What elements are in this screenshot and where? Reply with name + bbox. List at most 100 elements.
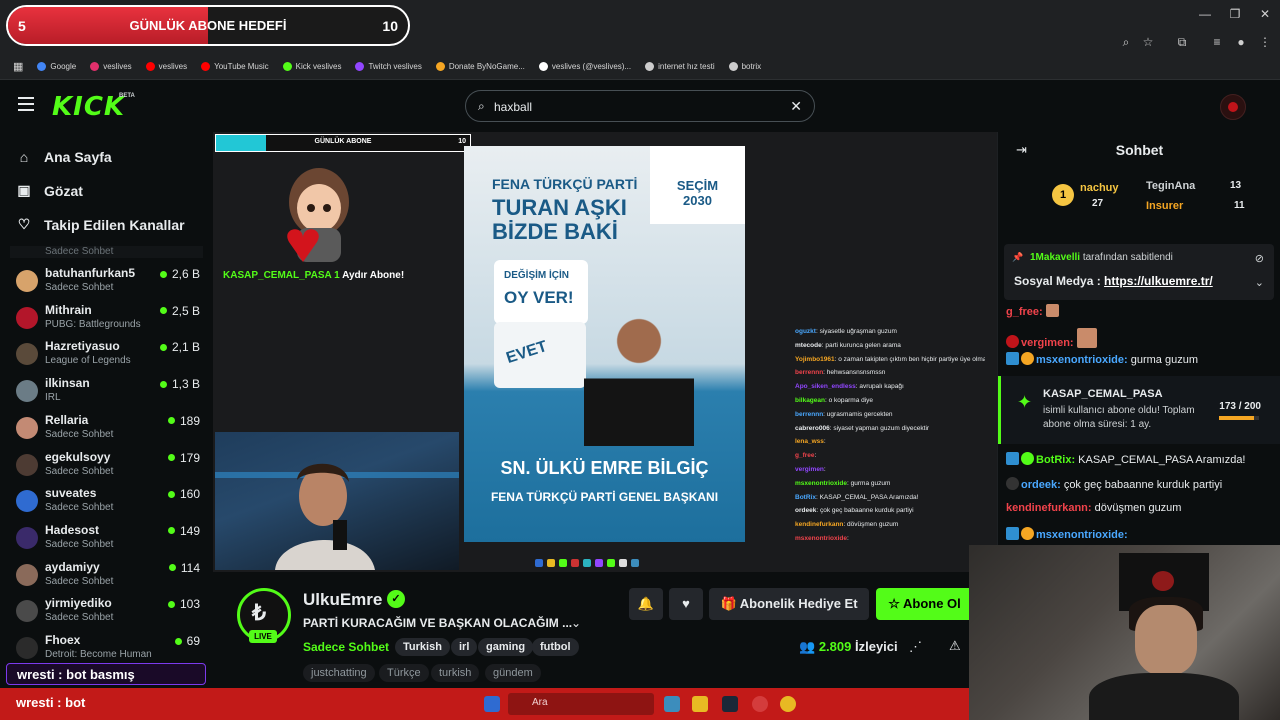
- sidebar-channel[interactable]: aydamiyy Sadece Sohbet 114: [14, 558, 200, 594]
- share-icon[interactable]: ⋰: [909, 639, 922, 655]
- bookmark-botrix[interactable]: botrix: [724, 62, 767, 71]
- verified-badge-icon: ✓: [387, 590, 405, 608]
- sidebar-channel[interactable]: Hazretiyasuo League of Legends 2,1 B: [14, 337, 200, 373]
- file-explorer-icon[interactable]: [692, 696, 708, 712]
- webcam-figure: [215, 463, 459, 570]
- channel-viewers: 160: [167, 487, 200, 501]
- sidebar-channel[interactable]: Fhoex Detroit: Become Human 69: [14, 631, 200, 667]
- channel-name: Fhoex: [45, 633, 81, 647]
- sidebar-channel[interactable]: Rellaria Sadece Sohbet 189: [14, 411, 200, 447]
- bookmark-tiktok[interactable]: veslives (@veslives)...: [534, 62, 636, 71]
- bookmarks-bar: ▦ Google veslives veslives YouTube Music…: [0, 54, 1280, 80]
- sidebar-channel[interactable]: suveates Sadece Sohbet 160: [14, 484, 200, 520]
- pinned-link[interactable]: https://ulkuemre.tr/: [1104, 274, 1213, 288]
- search-input[interactable]: [494, 98, 784, 116]
- mascot-illustration: [287, 168, 349, 262]
- sidebar-channel[interactable]: yirmiyediko Sadece Sohbet 103: [14, 594, 200, 630]
- search-bar[interactable]: ⌕ ✕: [465, 90, 815, 122]
- maximize-button[interactable]: ❐: [1220, 4, 1250, 24]
- subscribe-button[interactable]: ☆ Abone Ol: [876, 588, 973, 620]
- chevron-down-icon[interactable]: ⌄: [1255, 276, 1264, 289]
- bookmark-star-icon[interactable]: ☆: [1139, 33, 1157, 51]
- video-chat-line: berrennn: ugrasmamis gercekten: [795, 410, 893, 418]
- video-chat-line: Yojimbo1961: o zaman takipten çıktım ben…: [795, 355, 985, 363]
- taskbar-app-icon[interactable]: [664, 696, 680, 712]
- leaderboard-name[interactable]: Insurer: [1146, 200, 1183, 212]
- leaderboard-value: 27: [1092, 198, 1104, 209]
- media-control-icon[interactable]: ≡: [1208, 33, 1226, 51]
- tag[interactable]: Turkish: [395, 638, 450, 656]
- sidebar: ⌂ Ana Sayfa ▣ Gözat ♡ Takip Edilen Kanallar…: [0, 132, 213, 688]
- leaderboard-name[interactable]: TeginAna: [1146, 180, 1195, 192]
- channel-viewers: 114: [168, 561, 200, 575]
- bookmark-instagram[interactable]: veslives: [85, 62, 136, 71]
- sidebar-channel[interactable]: Mithrain PUBG: Battlegrounds 2,5 B: [14, 301, 200, 337]
- in-video-taskbar: [535, 556, 675, 570]
- clear-search-icon[interactable]: ✕: [790, 98, 802, 115]
- channel-name: Mithrain: [45, 302, 92, 317]
- bookmark-youtube-music[interactable]: YouTube Music: [196, 62, 274, 71]
- steam-icon[interactable]: [722, 696, 738, 712]
- extensions-icon[interactable]: ⧉: [1173, 33, 1191, 51]
- channel-category: Sadece Sohbet: [45, 538, 114, 550]
- avatar: [16, 306, 38, 329]
- unpin-icon[interactable]: ⊘: [1255, 252, 1264, 265]
- sub-tag[interactable]: Türkçe: [379, 664, 429, 682]
- hamburger-menu-icon[interactable]: [18, 97, 34, 111]
- apps-grid-icon[interactable]: ▦: [8, 60, 28, 73]
- bookmark-donate[interactable]: Donate ByNoGame...: [431, 62, 530, 71]
- close-window-button[interactable]: ✕: [1250, 4, 1280, 24]
- bookmark-youtube[interactable]: veslives: [141, 62, 192, 71]
- minimize-button[interactable]: —: [1190, 4, 1220, 24]
- report-warning-icon[interactable]: ⚠: [949, 638, 961, 654]
- channel-viewers: 189: [167, 414, 200, 428]
- first-place-icon: 1: [1052, 184, 1074, 206]
- pinned-text: Sosyal Medya : https://ulkuemre.tr/: [1014, 274, 1213, 288]
- channel-name: Hazretiyasuo: [45, 339, 120, 354]
- zoom-icon[interactable]: ⌕: [1117, 33, 1135, 51]
- site-header: KICK BETA ⌕ ✕: [0, 80, 1280, 132]
- notification-bell-button[interactable]: 🔔: [629, 588, 663, 620]
- windows-start-icon[interactable]: [484, 696, 500, 712]
- sidebar-channel[interactable]: batuhanfurkan5 Sadece Sohbet 2,6 B: [14, 264, 200, 300]
- stream-category[interactable]: Sadece Sohbet: [303, 640, 389, 654]
- sub-tag[interactable]: justchatting: [303, 664, 375, 682]
- bookmark-speedtest[interactable]: internet hız testi: [640, 62, 719, 71]
- avatar: [16, 453, 38, 476]
- kick-logo[interactable]: KICK: [52, 92, 125, 122]
- channel-viewers: 2,5 B: [159, 304, 200, 318]
- sidebar-channel[interactable]: ilkinsan IRL 1,3 B: [14, 374, 200, 410]
- secondary-webcam: [969, 545, 1280, 720]
- avatar: [16, 380, 38, 403]
- nav-browse[interactable]: ▣ Gözat: [16, 182, 83, 199]
- sub-event-user[interactable]: KASAP_CEMAL_PASA: [1043, 388, 1163, 400]
- leaderboard-name[interactable]: nachuy: [1080, 182, 1119, 194]
- taskbar-search[interactable]: Ara: [508, 693, 654, 715]
- profile-icon[interactable]: ●: [1232, 33, 1250, 51]
- sub-tag[interactable]: gündem: [485, 664, 541, 682]
- sidebar-channel[interactable]: egekulsoyy Sadece Sohbet 179: [14, 448, 200, 484]
- tag[interactable]: gaming: [478, 638, 534, 656]
- bookmark-kick[interactable]: Kick veslives: [278, 62, 347, 71]
- gift-subscription-button[interactable]: 🎁 Abonelik Hediye Et: [709, 588, 869, 620]
- sub-tag[interactable]: turkish: [431, 664, 480, 682]
- sparkle-icon: ✦: [1017, 392, 1033, 412]
- chrome-icon[interactable]: [780, 696, 796, 712]
- tag[interactable]: futbol: [532, 638, 579, 656]
- taskbar-app-icon[interactable]: [752, 696, 768, 712]
- nav-home[interactable]: ⌂ Ana Sayfa: [16, 149, 112, 165]
- avatar: [16, 270, 38, 292]
- nav-following[interactable]: ♡ Takip Edilen Kanallar: [16, 216, 185, 233]
- streamer-name[interactable]: UlkuEmre: [303, 590, 382, 610]
- chevron-down-icon[interactable]: ⌄: [571, 616, 581, 630]
- video-player[interactable]: GÜNLÜK ABONE 10 KASAP_CEMAL_PASA 1 Aydır…: [213, 132, 997, 572]
- tag[interactable]: irl: [451, 638, 478, 656]
- user-avatar[interactable]: [1220, 94, 1246, 120]
- bookmark-twitch[interactable]: Twitch veslives: [350, 62, 426, 71]
- bookmark-google[interactable]: Google: [32, 62, 81, 71]
- browser-menu-icon[interactable]: ⋮: [1256, 33, 1274, 51]
- follow-heart-button[interactable]: ♥: [669, 588, 703, 620]
- sidebar-channel[interactable]: Hadesost Sadece Sohbet 149: [14, 521, 200, 557]
- poster-slogan: TURAN AŞKI BİZDE BAKİ: [492, 195, 627, 244]
- avatar: [16, 526, 38, 549]
